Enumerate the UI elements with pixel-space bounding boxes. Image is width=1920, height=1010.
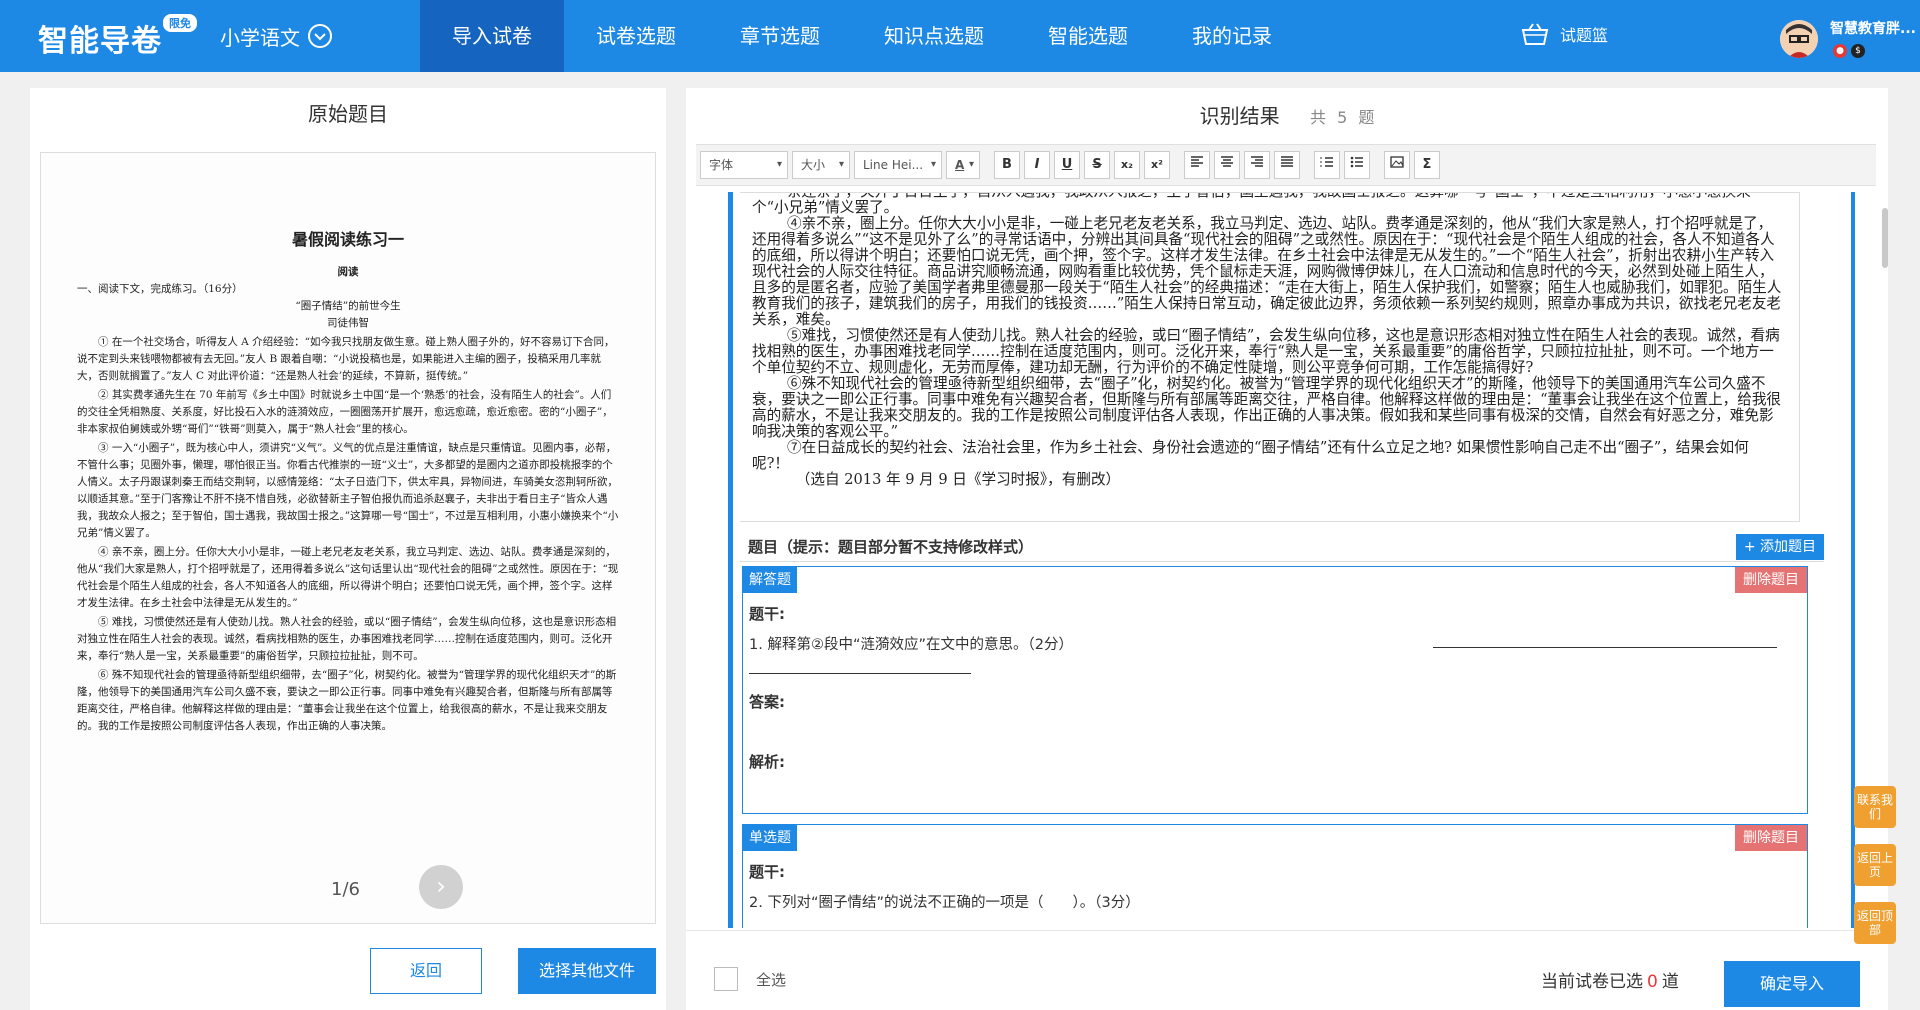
nav-smart-select[interactable]: 智能选题 (1016, 0, 1160, 72)
back-button[interactable]: 返回 (370, 948, 482, 994)
article-paragraph: ⑦在日益成长的契约社会、法治社会里，作为乡土社会、身份社会遗迹的“圈子情结”还有… (752, 439, 1749, 472)
doc-paragraph: ⑥ 殊不知现代社会的管理亟待新型组织细带，去“圈子”化，树契约化。被誉为“管理学… (77, 669, 617, 732)
app-logo[interactable]: 智能导卷 (38, 16, 162, 60)
strikethrough-button[interactable]: S (1084, 151, 1110, 179)
doc-author: 司徒伟智 (327, 317, 369, 329)
doc-paragraph: ⑤ 难找，习惯使然还是有人使劲儿找。熟人社会的经验，或以“圈子情结”，会发生纵向… (77, 616, 617, 662)
analysis-label: 解析: (749, 753, 785, 771)
delete-question-button[interactable]: 删除题目 (1735, 825, 1807, 851)
selected-count-text: 当前试卷已选 0 道 (1541, 972, 1679, 992)
panel-title-result: 识别结果 (1199, 104, 1280, 128)
avatar[interactable] (1780, 20, 1818, 58)
image-icon[interactable] (1384, 151, 1410, 179)
subject-selector-label[interactable]: 小学语文 (220, 22, 300, 51)
back-to-top-button[interactable]: 返回顶部 (1854, 902, 1896, 944)
article-paragraph: ⑤难找，习惯使然还是有人使劲儿找。熟人社会的经验，或曰“圈子情结”，会发生纵向位… (752, 327, 1780, 376)
question-type-badge: 单选题 (743, 825, 797, 851)
select-all-label[interactable]: 全选 (756, 969, 786, 990)
question-card[interactable]: 单选题 删除题目 题干: 2. 下列对“圈子情结”的说法不正确的一项是（ ）。（… (742, 824, 1808, 928)
panel-title-original: 原始题目 (308, 102, 388, 126)
nav-import-paper[interactable]: 导入试卷 (420, 0, 564, 72)
document-preview[interactable]: 暑假阅读练习一 阅读 一、阅读下文，完成练习。（16分） “圈子情结”的前世今生… (40, 152, 656, 924)
align-left-icon[interactable] (1184, 151, 1210, 179)
confirm-import-button[interactable]: 确定导入 (1724, 961, 1860, 1007)
username[interactable]: 智慧教育胖... (1830, 18, 1916, 38)
questions-header-label: 题目（提示：题目部分暂不支持修改样式） (748, 538, 1034, 556)
questions-header: 题目（提示：题目部分暂不支持修改样式） + 添加题目 (740, 532, 1824, 562)
add-question-button[interactable]: + 添加题目 (1735, 534, 1824, 560)
result-header: 识别结果 共 5 题 (686, 88, 1888, 144)
question-stem[interactable]: 1. 解释第②段中“涟漪效应”在文中的意思。（2分） (749, 633, 1073, 654)
doc-section: 阅读 (337, 266, 359, 278)
recognition-result-panel: 识别结果 共 5 题 字体 大小 Line Hei... A B I U S x… (686, 88, 1888, 1010)
nav-my-records[interactable]: 我的记录 (1160, 0, 1304, 72)
bullet-list-icon[interactable] (1344, 151, 1370, 179)
main-nav: 导入试卷 试卷选题 章节选题 知识点选题 智能选题 我的记录 (420, 0, 1304, 72)
vip-icon: $ (1851, 44, 1865, 58)
doc-paragraph: ④ 亲不亲，圈上分。任你大大小小是非，一碰上老兄老友老关系，我立马判定、选边、站… (77, 546, 619, 609)
italic-button[interactable]: I (1024, 151, 1050, 179)
page-indicator: 1/6 (331, 879, 360, 900)
question-basket[interactable]: 试题篮 (1520, 22, 1608, 46)
stem-label: 题干: (749, 605, 785, 623)
selected-count: 0 (1647, 972, 1658, 992)
article-editor[interactable]: 亲还亲了，关开丁日日主于，自从入遇我，我政从入报之，主于智伯，国土遇我，我故国士… (740, 192, 1800, 522)
doc-title: 暑假阅读练习一 (291, 230, 404, 249)
contact-us-button[interactable]: 联系我们 (1854, 786, 1896, 828)
fire-icon: ● (1833, 44, 1847, 58)
chevron-down-icon[interactable] (308, 24, 332, 48)
align-right-icon[interactable] (1244, 151, 1270, 179)
line-height-select[interactable]: Line Hei... (854, 151, 942, 179)
delete-question-button[interactable]: 删除题目 (1735, 567, 1807, 593)
answer-blank-line (1433, 647, 1777, 648)
question-count: 共 5 题 (1309, 108, 1375, 127)
stem-label: 题干: (749, 863, 785, 881)
article-paragraph: 亲还亲了，关开丁日日主于，自从入遇我，我政从入报之，主于智伯，国土遇我，我故国士… (752, 193, 1751, 216)
original-questions-panel: 原始题目 暑假阅读练习一 阅读 一、阅读下文，完成练习。（16分） “圈子情结”… (30, 88, 666, 1010)
doc-paragraph: ② 其实费孝通先生在 70 年前写《乡土中国》时就说乡土中国“是一个‘熟悉’的社… (77, 389, 613, 435)
choose-other-file-button[interactable]: 选择其他文件 (518, 948, 656, 994)
scrollbar[interactable] (1882, 208, 1888, 268)
nav-knowledge-select[interactable]: 知识点选题 (852, 0, 1016, 72)
answer-label: 答案: (749, 693, 785, 711)
font-size-select[interactable]: 大小 (792, 151, 850, 179)
content-left-border (728, 192, 733, 928)
question-type-badge: 解答题 (743, 567, 797, 593)
superscript-button[interactable]: x² (1144, 151, 1170, 179)
user-badges: ● $ (1833, 44, 1865, 58)
free-badge: 限免 (163, 14, 197, 32)
underline-button[interactable]: U (1054, 151, 1080, 179)
font-family-select[interactable]: 字体 (700, 151, 788, 179)
align-center-icon[interactable] (1214, 151, 1240, 179)
article-paragraph: ⑥殊不知现代社会的管理亟待新型组织细带，去“圈子”化，树契约化。被誉为“管理学界… (752, 375, 1782, 440)
nav-paper-select[interactable]: 试卷选题 (564, 0, 708, 72)
select-all-checkbox[interactable] (714, 967, 738, 991)
basket-icon (1521, 23, 1549, 45)
subscript-button[interactable]: x₂ (1114, 151, 1140, 179)
doc-article-title: “圈子情结”的前世今生 (295, 300, 401, 312)
doc-instruction: 一、阅读下文，完成练习。（16分） (77, 283, 243, 295)
question-card[interactable]: 解答题 删除题目 题干: 1. 解释第②段中“涟漪效应”在文中的意思。（2分） … (742, 566, 1808, 814)
align-justify-icon[interactable] (1274, 151, 1300, 179)
font-color-select[interactable]: A (946, 151, 980, 179)
basket-label: 试题篮 (1560, 26, 1609, 45)
editor-toolbar: 字体 大小 Line Hei... A B I U S x₂ x² Σ (696, 144, 1876, 186)
top-navigation-bar: 智能导卷 限免 小学语文 导入试卷 试卷选题 章节选题 知识点选题 智能选题 我… (0, 0, 1920, 72)
import-footer: 全选 当前试卷已选 0 道 确定导入 (686, 930, 1888, 1010)
answer-blank-line (749, 673, 971, 674)
back-page-button[interactable]: 返回上页 (1854, 844, 1896, 886)
ordered-list-icon[interactable] (1314, 151, 1340, 179)
document-page: 暑假阅读练习一 阅读 一、阅读下文，完成练习。（16分） “圈子情结”的前世今生… (41, 153, 655, 735)
doc-paragraph: ③ 一入“小圈子”，既为核心中人，须讲究“义气”。义气的优点是注重情谊，缺点是只… (77, 442, 619, 539)
bold-button[interactable]: B (994, 151, 1020, 179)
formula-icon[interactable]: Σ (1414, 151, 1440, 179)
nav-chapter-select[interactable]: 章节选题 (708, 0, 852, 72)
next-page-icon[interactable]: › (419, 865, 463, 909)
question-stem[interactable]: 2. 下列对“圈子情结”的说法不正确的一项是（ ）。（3分） (749, 891, 1140, 912)
article-source: （选自 2013 年 9 月 9 日《学习时报》，有删改） (795, 471, 1121, 488)
article-paragraph: ④亲不亲，圈上分。任你大大小小是非，一碰上老兄老友老关系，我立马判定、选边、站队… (752, 215, 1782, 328)
result-content: 亲还亲了，关开丁日日主于，自从入遇我，我政从入报之，主于智伯，国土遇我，我故国士… (696, 192, 1876, 928)
doc-paragraph: ① 在一个社交场合，听得友人 A 介绍经验：“如今我只找朋友做生意。碰上熟人圈子… (77, 336, 615, 382)
